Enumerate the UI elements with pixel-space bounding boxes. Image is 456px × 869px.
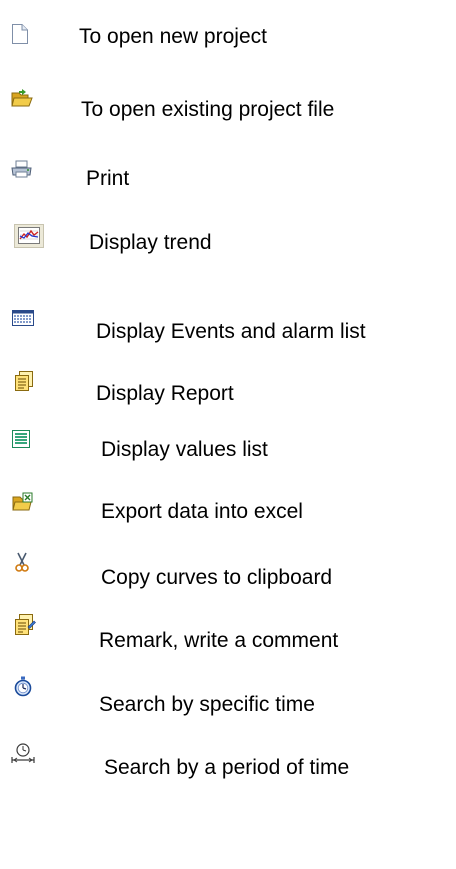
report-icon — [14, 371, 34, 391]
legend-row-events-alarm-list: Display Events and alarm list — [0, 310, 456, 350]
legend-label-open-project: To open existing project file — [81, 98, 335, 121]
open-folder-icon — [11, 88, 33, 108]
scissors-icon — [15, 552, 35, 572]
legend-row-display-report: Display Report — [0, 371, 456, 411]
time-period-icon — [10, 742, 36, 766]
printer-icon — [11, 160, 32, 180]
legend-row-remark: Remark, write a comment — [0, 614, 456, 654]
remark-icon — [14, 614, 36, 635]
event-list-icon — [12, 310, 34, 330]
legend-row-search-specific-time: Search by specific time — [0, 676, 456, 716]
legend-row-copy-curves: Copy curves to clipboard — [0, 552, 456, 592]
legend-label-print: Print — [86, 167, 130, 190]
stopwatch-icon — [14, 676, 34, 697]
legend-label-display-report: Display Report — [96, 382, 234, 405]
new-document-icon — [11, 24, 31, 44]
legend-label-display-trend: Display trend — [89, 231, 212, 254]
legend-label-search-specific-time: Search by specific time — [99, 693, 315, 716]
legend-label-remark: Remark, write a comment — [99, 629, 339, 652]
trend-chart-icon — [14, 224, 44, 248]
legend-label-export-excel: Export data into excel — [101, 500, 303, 523]
export-excel-icon — [12, 492, 33, 512]
legend-label-new-project: To open new project — [79, 25, 267, 48]
legend-row-new-project: To open new project — [0, 20, 456, 60]
legend-label-search-period: Search by a period of time — [104, 756, 350, 779]
values-list-icon — [12, 430, 32, 450]
legend-row-print: Print — [0, 160, 456, 200]
legend-label-events-alarm-list: Display Events and alarm list — [96, 320, 366, 343]
legend-label-values-list: Display values list — [101, 438, 268, 461]
legend-row-values-list: Display values list — [0, 430, 456, 470]
legend-row-display-trend: Display trend — [0, 222, 456, 262]
legend-row-search-period: Search by a period of time — [0, 742, 456, 782]
legend-row-open-project: To open existing project file — [0, 88, 456, 128]
legend-row-export-excel: Export data into excel — [0, 490, 456, 530]
legend-label-copy-curves: Copy curves to clipboard — [101, 566, 333, 589]
